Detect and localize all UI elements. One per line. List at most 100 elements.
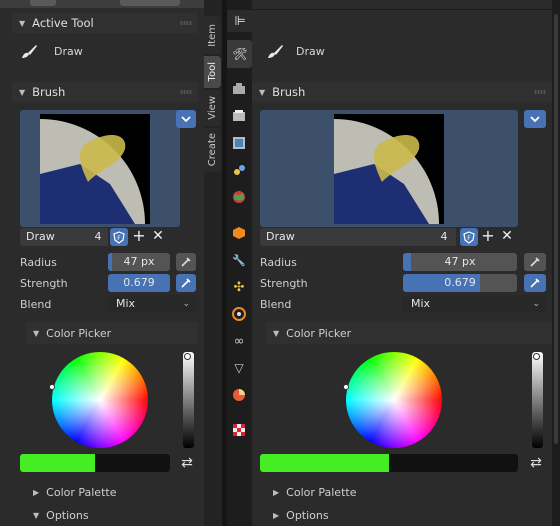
radius-field[interactable]: 47 px [108, 253, 170, 271]
particles-icon[interactable]: ✣ [231, 279, 247, 295]
tab-create[interactable]: Create [204, 128, 221, 172]
shading-buttons[interactable] [120, 0, 180, 6]
render-icon[interactable] [231, 81, 247, 97]
color-wheel-cursor[interactable] [49, 384, 55, 390]
radius-fill [108, 253, 112, 271]
radius-value: 47 px [444, 255, 476, 268]
current-color-fill [260, 454, 389, 472]
blend-select[interactable]: Mix ⌄ [403, 295, 546, 313]
new-brush-plus-icon[interactable]: + [480, 227, 496, 245]
svg-text:F: F [467, 235, 471, 242]
radius-pressure-icon[interactable] [524, 253, 546, 271]
header-label: Brush [272, 85, 306, 99]
radius-value: 47 px [123, 255, 155, 268]
tab-tool[interactable]: Tool [204, 56, 221, 88]
expand-triangle-icon: ▼ [19, 87, 26, 97]
modifier-icon[interactable]: 🔧 [231, 252, 247, 268]
color-palette-header[interactable]: ▶ Color Palette [26, 482, 198, 502]
view-layer-icon[interactable] [231, 135, 247, 151]
editor-type-icon[interactable]: ⊫ [232, 13, 248, 29]
expand-triangle-icon: ▼ [33, 328, 40, 338]
color-palette-header[interactable]: ▶ Color Palette [266, 482, 546, 502]
radius-label: Radius [20, 256, 57, 269]
blend-value: Mix [116, 297, 136, 310]
collapsed-triangle-icon: ▶ [273, 510, 280, 520]
value-slider[interactable] [532, 352, 543, 448]
radius-label: Radius [260, 256, 297, 269]
swap-colors-icon[interactable]: ⇄ [527, 454, 545, 472]
current-color-swatch[interactable] [260, 454, 518, 472]
header-label: Color Picker [46, 326, 112, 340]
expand-triangle-icon: ▼ [273, 328, 280, 338]
properties-tab-bar: ⊫ 🛠 🔧 ✣ ∞ ▽ [227, 0, 252, 526]
current-color-fill [20, 454, 95, 472]
radius-pressure-icon[interactable] [176, 253, 196, 271]
brush-thumbnail-image [334, 114, 444, 224]
drag-handle-icon[interactable] [180, 21, 192, 25]
value-slider-handle[interactable] [184, 353, 191, 360]
constraints-icon[interactable]: ∞ [231, 333, 247, 349]
options-header[interactable]: ▶ Options [266, 505, 546, 525]
brush-users-count: 4 [88, 228, 108, 246]
toolbar-button[interactable] [30, 0, 56, 6]
header-label: Color Palette [286, 485, 357, 499]
current-color-swatch[interactable] [20, 454, 170, 472]
drag-handle-icon[interactable] [534, 90, 546, 94]
blend-label: Blend [260, 298, 292, 311]
active-tool-header[interactable]: ▼ Active Tool [12, 13, 198, 33]
tab-item[interactable]: Item [204, 16, 221, 54]
blend-select[interactable]: Mix ⌄ [108, 295, 196, 313]
options-header[interactable]: ▼ Options [26, 505, 198, 525]
fake-user-shield-icon[interactable]: F [110, 228, 128, 246]
strength-label: Strength [20, 277, 68, 290]
material-icon[interactable] [231, 387, 247, 403]
tab-view[interactable]: View [204, 90, 221, 126]
color-picker-header[interactable]: ▼ Color Picker [26, 322, 198, 344]
swap-colors-icon[interactable]: ⇄ [179, 454, 195, 472]
brush-preview-frame[interactable] [260, 110, 518, 227]
object-data-icon[interactable]: ▽ [231, 360, 247, 376]
scene-icon[interactable] [231, 162, 247, 178]
strength-value: 0.679 [123, 276, 155, 289]
scrollbar[interactable] [554, 14, 558, 444]
chevron-down-icon: ⌄ [532, 299, 540, 309]
chevron-down-icon [530, 115, 540, 122]
chevron-down-icon [181, 115, 191, 122]
object-icon[interactable] [231, 225, 247, 241]
header-label: Color Picker [286, 326, 352, 340]
unlink-brush-x-icon[interactable]: ✕ [499, 227, 515, 245]
active-tool-name[interactable]: Draw [296, 45, 325, 58]
drag-handle-icon[interactable] [180, 90, 192, 94]
value-slider-handle[interactable] [533, 353, 540, 360]
brush-name-field[interactable]: Draw [260, 228, 456, 246]
brush-browse-button[interactable] [524, 110, 546, 128]
tool-settings-icon[interactable]: 🛠 [227, 40, 252, 68]
color-picker-header[interactable]: ▼ Color Picker [266, 322, 552, 344]
unlink-brush-x-icon[interactable]: ✕ [150, 227, 166, 245]
brush-browse-button[interactable] [176, 110, 196, 128]
physics-icon[interactable] [231, 306, 247, 322]
expand-triangle-icon: ▼ [259, 87, 266, 97]
strength-pressure-icon[interactable] [176, 274, 196, 292]
strength-value: 0.679 [444, 276, 476, 289]
output-icon[interactable] [231, 108, 247, 124]
active-tool-name[interactable]: Draw [54, 45, 83, 58]
blend-value: Mix [411, 297, 431, 310]
strength-field[interactable]: 0.679 [403, 274, 517, 292]
fake-user-shield-icon[interactable]: F [460, 228, 478, 246]
texture-icon[interactable] [231, 422, 247, 438]
world-icon[interactable] [231, 189, 247, 205]
brush-header[interactable]: ▼ Brush [12, 82, 198, 102]
strength-field[interactable]: 0.679 [108, 274, 170, 292]
color-wheel[interactable] [343, 352, 442, 448]
radius-field[interactable]: 47 px [403, 253, 517, 271]
brush-header[interactable]: ▼ Brush [252, 82, 552, 102]
header-label: Active Tool [32, 16, 94, 30]
value-slider[interactable] [183, 352, 194, 448]
new-brush-plus-icon[interactable]: + [131, 227, 147, 245]
strength-pressure-icon[interactable] [524, 274, 546, 292]
brush-preview-frame[interactable] [20, 110, 180, 227]
color-wheel[interactable] [49, 352, 148, 448]
strength-label: Strength [260, 277, 308, 290]
color-wheel-cursor[interactable] [343, 384, 349, 390]
